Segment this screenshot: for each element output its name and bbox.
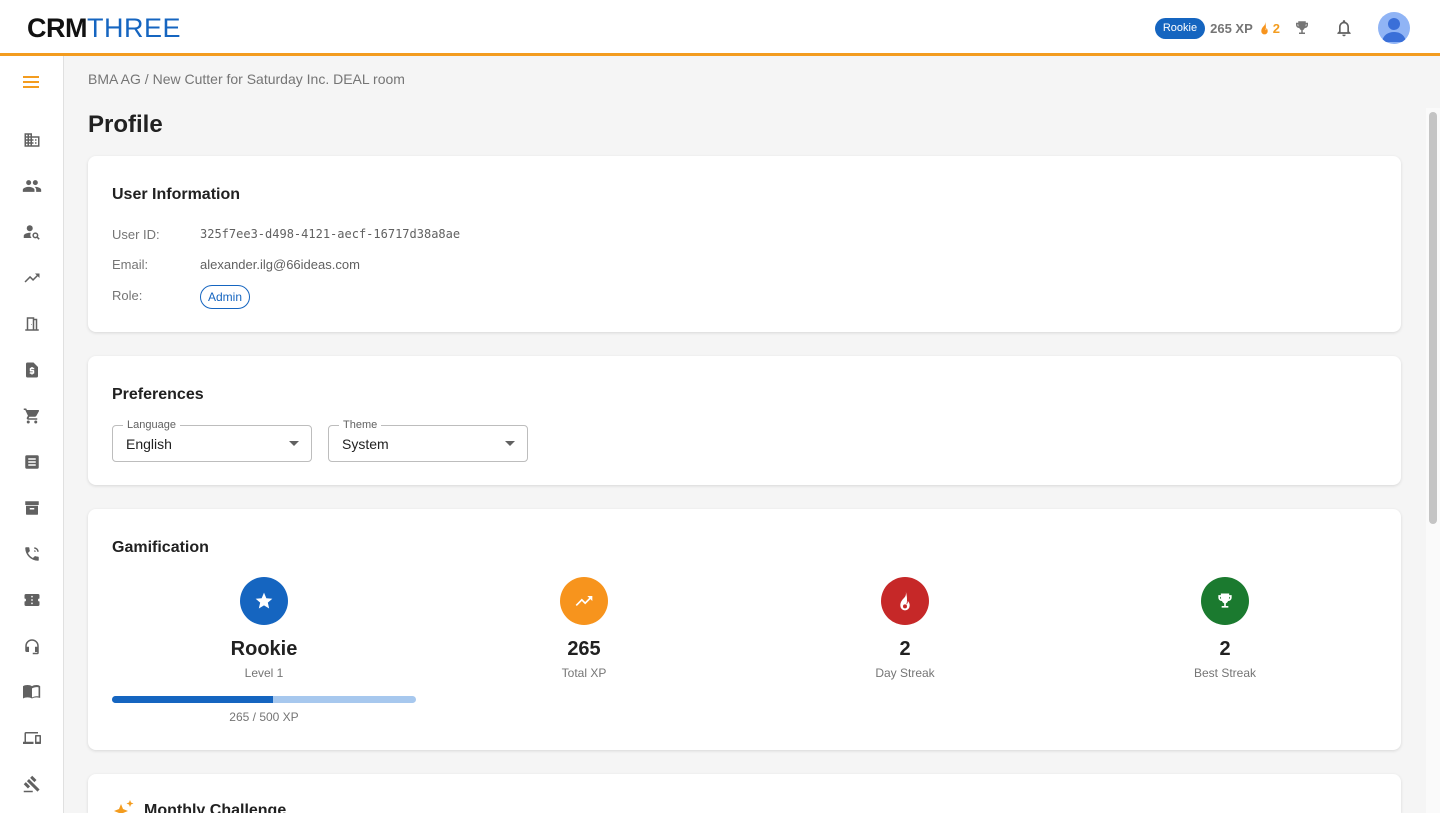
language-select-value: English xyxy=(126,436,172,452)
day-streak-label: Day Streak xyxy=(875,666,935,680)
level-name: Rookie xyxy=(230,638,298,660)
rank-badge[interactable]: Rookie xyxy=(1154,17,1206,39)
scrollbar-thumb[interactable] xyxy=(1429,112,1437,524)
people-icon[interactable] xyxy=(20,174,44,198)
email-label: Email: xyxy=(112,257,149,272)
logo-text-light: THREE xyxy=(87,13,182,43)
flame-icon xyxy=(881,577,929,625)
streak-count: 2 xyxy=(1272,20,1280,36)
email-value: alexander.ilg@66ideas.com xyxy=(200,257,360,272)
monthly-challenge-title: Monthly Challenge xyxy=(144,802,287,813)
gamification-title: Gamification xyxy=(112,539,209,556)
xp-progress-fill xyxy=(112,696,274,703)
page-title: Profile xyxy=(88,111,163,138)
company-icon[interactable] xyxy=(20,128,44,152)
best-streak-stat: 2 Best Streak xyxy=(1073,577,1377,680)
theme-select[interactable]: Theme System xyxy=(328,419,528,462)
list-icon[interactable] xyxy=(20,450,44,474)
language-select[interactable]: Language English xyxy=(112,419,312,462)
theme-select-value: System xyxy=(342,436,389,452)
sidebar xyxy=(0,56,64,813)
trending-up-icon xyxy=(560,577,608,625)
phone-icon[interactable] xyxy=(20,542,44,566)
total-xp-stat: 265 Total XP xyxy=(432,577,736,680)
trophy-icon[interactable] xyxy=(1290,16,1314,40)
breadcrumb[interactable]: BMA AG / New Cutter for Saturday Inc. DE… xyxy=(88,71,405,87)
xp-counter: 265 XP xyxy=(1210,20,1253,36)
best-streak-label: Best Streak xyxy=(1193,666,1257,680)
top-right-area: Rookie 265 XP 2 xyxy=(1154,0,1410,56)
role-badge: Admin xyxy=(200,285,251,309)
archive-icon[interactable] xyxy=(20,496,44,520)
streak-counter[interactable]: 2 xyxy=(1259,21,1280,36)
avatar-person-icon xyxy=(1382,18,1406,42)
cart-icon[interactable] xyxy=(20,404,44,428)
door-icon[interactable] xyxy=(20,312,44,336)
gavel-icon[interactable] xyxy=(20,772,44,796)
notifications-icon[interactable] xyxy=(1332,16,1356,40)
sparkle-icon xyxy=(114,800,134,813)
user-information-title: User Information xyxy=(112,186,241,203)
language-select-label: Language xyxy=(123,419,180,431)
chevron-down-icon xyxy=(289,441,299,446)
ticket-icon[interactable] xyxy=(20,588,44,612)
best-streak-value: 2 xyxy=(1219,638,1231,660)
person-search-icon[interactable] xyxy=(20,220,44,244)
xp-progress-bar xyxy=(112,696,416,703)
logo-text-bold: CRM xyxy=(27,13,88,43)
app-logo[interactable]: CRMTHREE xyxy=(27,13,181,43)
user-avatar[interactable] xyxy=(1378,12,1410,44)
monthly-challenge-card: Monthly Challenge xyxy=(88,774,1401,813)
xp-progress-text: 265 / 500 XP xyxy=(229,710,299,724)
trending-icon[interactable] xyxy=(20,266,44,290)
preferences-title: Preferences xyxy=(112,386,204,403)
day-streak-value: 2 xyxy=(899,638,911,660)
total-xp-value: 265 xyxy=(567,638,601,660)
flame-icon xyxy=(1261,21,1268,35)
support-icon[interactable] xyxy=(20,634,44,658)
chevron-down-icon xyxy=(505,441,515,446)
menu-icon[interactable] xyxy=(20,70,44,94)
theme-select-label: Theme xyxy=(339,419,382,431)
day-streak-stat: 2 Day Streak xyxy=(753,577,1057,680)
book-icon[interactable] xyxy=(20,680,44,704)
preferences-card: Preferences Language English Theme Syste… xyxy=(88,356,1401,485)
user-information-card: User Information User ID: 325f7ee3-d498-… xyxy=(88,156,1401,332)
user-id-value: 325f7ee3-d498-4121-aecf-16717d38a8ae xyxy=(200,227,461,241)
gamification-card: Gamification Rookie Level 1 265 / 500 XP… xyxy=(88,509,1401,750)
total-xp-label: Total XP xyxy=(561,666,607,680)
invoice-icon[interactable] xyxy=(20,358,44,382)
level-stat: Rookie Level 1 xyxy=(112,577,416,680)
top-bar: CRMTHREE Rookie 265 XP 2 xyxy=(0,0,1440,56)
page-scrollbar[interactable] xyxy=(1426,108,1440,813)
role-label: Role: xyxy=(112,288,143,303)
trophy-icon xyxy=(1201,577,1249,625)
user-id-label: User ID: xyxy=(112,227,160,242)
devices-icon[interactable] xyxy=(20,726,44,750)
star-icon xyxy=(240,577,288,625)
level-label: Level 1 xyxy=(244,666,284,680)
